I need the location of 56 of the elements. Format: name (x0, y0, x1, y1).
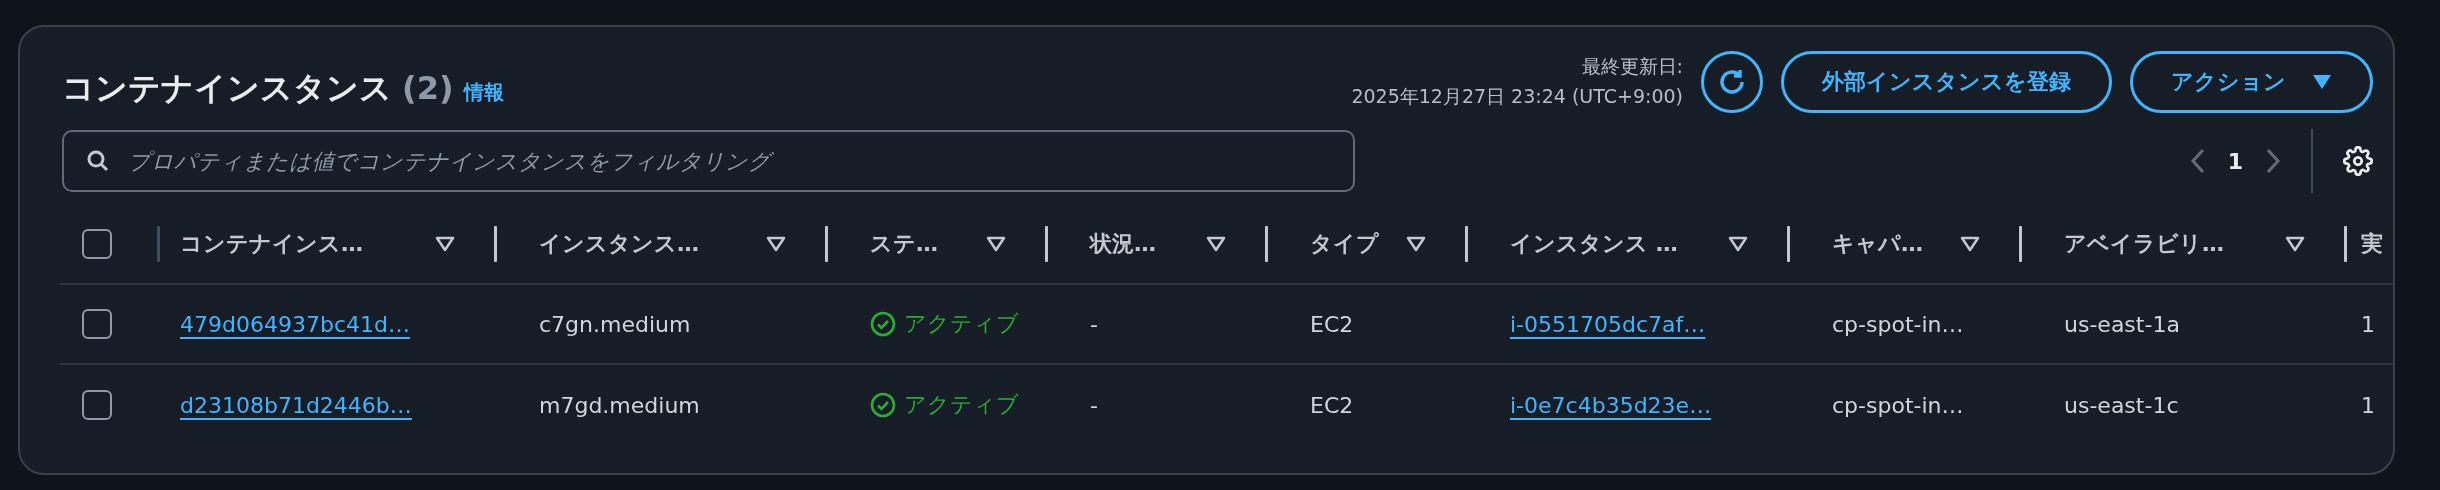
check-circle-icon (870, 311, 896, 337)
status-label: アクティブ (870, 390, 1019, 420)
last-updated-time: 2025年12月27日 23:24 (UTC+9:00) (1351, 84, 1683, 109)
section-title: コンテナインスタンス (62, 68, 392, 109)
sort-triangle-icon[interactable] (1206, 236, 1226, 252)
column-header[interactable]: インスタンス … (1510, 229, 1678, 259)
checkbox[interactable] (82, 390, 112, 420)
table-cell: 1 (2361, 392, 2375, 418)
sort-triangle-icon[interactable] (435, 236, 455, 252)
search-input[interactable]: プロパティまたは値でコンテナインスタンスをフィルタリング (126, 147, 1331, 175)
table-cell: us-east-1a (2064, 311, 2180, 337)
search-icon (86, 149, 110, 173)
sort-triangle-icon[interactable] (1406, 236, 1426, 252)
table-cell: m7gd.medium (539, 392, 700, 418)
column-header[interactable]: 状況… (1090, 229, 1156, 259)
search-field[interactable]: プロパティまたは値でコンテナインスタンスをフィルタリング (62, 130, 1355, 192)
status-label: アクティブ (870, 309, 1019, 339)
sort-triangle-icon[interactable] (1960, 236, 1980, 252)
sort-triangle-icon[interactable] (2285, 236, 2305, 252)
last-updated-label: 最終更新日: (1581, 54, 1683, 79)
table-cell: - (1090, 392, 1098, 418)
column-header[interactable]: 実 (2361, 229, 2383, 259)
id-link[interactable]: d23108b71d2446b… (180, 392, 412, 418)
sort-triangle-icon[interactable] (1728, 236, 1748, 252)
id-link[interactable]: i-0551705dc7af… (1510, 311, 1706, 337)
previous-page-button[interactable] (2189, 148, 2206, 174)
next-page-button[interactable] (2265, 148, 2281, 174)
column-header[interactable]: インスタンス… (539, 229, 699, 259)
table-cell: EC2 (1310, 392, 1354, 418)
id-link[interactable]: 479d064937bc41d… (180, 311, 410, 337)
checkbox[interactable] (82, 229, 112, 259)
check-circle-icon (870, 392, 896, 418)
id-link[interactable]: i-0e7c4b35d23e… (1510, 392, 1712, 418)
column-header[interactable]: タイプ (1310, 229, 1379, 259)
table-cell: cp-spot-in… (1832, 392, 1964, 418)
table-cell: 1 (2361, 311, 2375, 337)
page-number[interactable]: 1 (2227, 148, 2243, 174)
table-cell: EC2 (1310, 311, 1354, 337)
refresh-button[interactable] (1701, 51, 1763, 113)
register-button[interactable]: 外部インスタンスを登録 (1781, 51, 2112, 113)
sort-triangle-icon[interactable] (766, 236, 786, 252)
column-header[interactable]: アベイラビリ… (2064, 229, 2224, 259)
settings-icon[interactable] (2343, 146, 2373, 176)
table-cell: us-east-1c (2064, 392, 2179, 418)
actions-dropdown[interactable]: アクション (2130, 51, 2373, 113)
checkbox[interactable] (82, 309, 112, 339)
caret-icon (2312, 74, 2332, 90)
info-link[interactable]: 情報 (463, 79, 504, 106)
table-cell: c7gn.medium (539, 311, 691, 337)
instance-count: (2) (402, 69, 454, 107)
table-cell: cp-spot-in… (1832, 311, 1964, 337)
sort-triangle-icon[interactable] (986, 236, 1006, 252)
table-cell: - (1090, 311, 1098, 337)
column-header[interactable]: ステ… (870, 229, 938, 259)
column-header[interactable]: キャパ… (1832, 229, 1923, 259)
column-header[interactable]: コンテナインス… (180, 229, 363, 259)
